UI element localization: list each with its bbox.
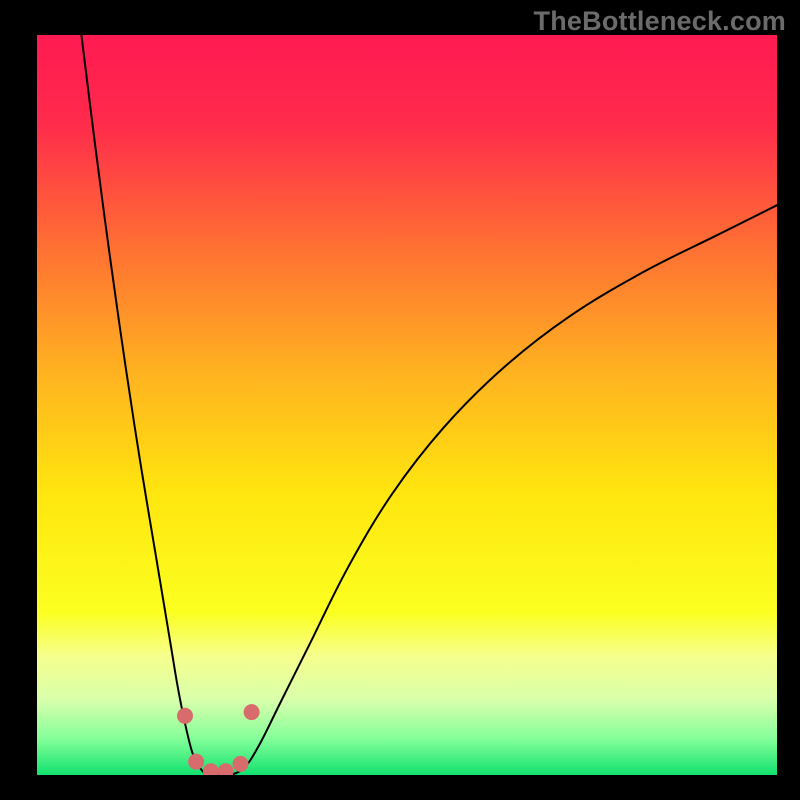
- plot-area: [37, 35, 777, 775]
- outer-frame: TheBottleneck.com: [0, 0, 800, 800]
- gradient-background: [37, 35, 777, 775]
- chart-canvas: [37, 35, 777, 775]
- marker-5: [233, 756, 249, 772]
- marker-0: [177, 708, 193, 724]
- marker-2: [188, 754, 204, 770]
- watermark-label: TheBottleneck.com: [534, 6, 786, 37]
- marker-1: [244, 704, 260, 720]
